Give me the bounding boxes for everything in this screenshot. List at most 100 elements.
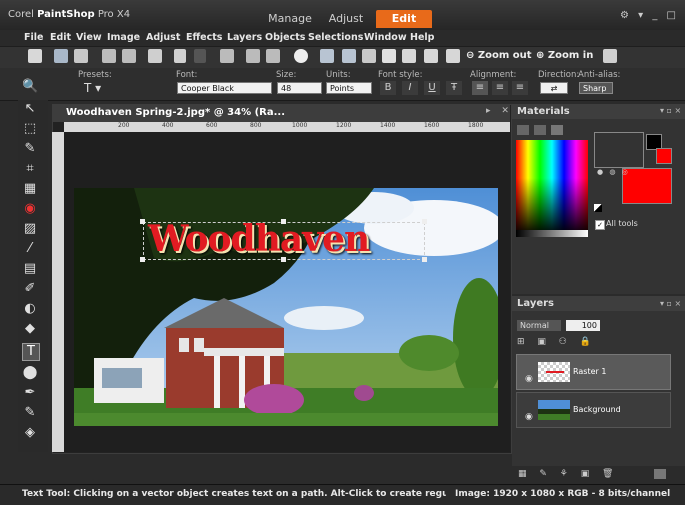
grayscale-bar[interactable] xyxy=(516,230,588,237)
layer-name-raster-1: Raster 1 xyxy=(573,367,607,376)
gradient-tool-icon[interactable]: ▤ xyxy=(22,261,38,277)
rotate-left-icon[interactable] xyxy=(246,49,260,63)
zoom-tool-icon[interactable]: 🔍 xyxy=(22,79,38,95)
paint-brush-icon[interactable]: ✐ xyxy=(22,281,38,297)
pick-tool-icon[interactable]: ↖ xyxy=(22,101,38,117)
layers-panel-controls[interactable]: ▾ ▫ × xyxy=(660,299,681,308)
open-icon[interactable] xyxy=(54,49,68,63)
dodge-tool-icon[interactable]: ◆ xyxy=(22,321,38,337)
tab-adjust[interactable]: Adjust xyxy=(322,10,370,28)
print-icon[interactable] xyxy=(148,49,162,63)
browse-icon[interactable] xyxy=(74,49,88,63)
foreground-swatch[interactable] xyxy=(594,132,644,168)
vector-text[interactable]: Woodhaven xyxy=(148,218,370,260)
opacity-field[interactable]: 100 xyxy=(566,320,600,331)
view-icon[interactable] xyxy=(320,49,334,63)
document-window-controls[interactable]: ▸ ✕ xyxy=(486,106,513,116)
align-left-icon[interactable]: ≡ xyxy=(472,81,488,95)
redo-icon[interactable] xyxy=(194,49,206,63)
handle-top-right[interactable] xyxy=(422,219,427,224)
straighten-tool-icon[interactable]: ▦ xyxy=(22,181,38,197)
zoom-out-button[interactable]: ⊖ Zoom out xyxy=(466,50,532,61)
app-title: Corel PaintShop Pro X4 xyxy=(8,9,131,20)
scripts-icon[interactable] xyxy=(362,49,376,63)
visibility-eye-icon[interactable]: ◉ xyxy=(525,375,534,384)
bold-button[interactable]: B xyxy=(380,81,396,95)
layer-bottom-toolbar[interactable]: ▦ ✎ ⚘ ▣ 🗑 xyxy=(518,469,619,479)
text-tool-icon[interactable]: T xyxy=(22,343,40,361)
save-as-icon[interactable] xyxy=(122,49,136,63)
makeover-tool-icon[interactable]: ▨ xyxy=(22,221,38,237)
handle-top-center[interactable] xyxy=(281,219,286,224)
rotate-right-icon[interactable] xyxy=(266,49,280,63)
rainbow-tab-icon[interactable] xyxy=(534,125,546,135)
ruler-tick: 1000 xyxy=(292,122,308,129)
histogram-icon[interactable] xyxy=(402,49,416,63)
all-tools-checkbox[interactable]: ✓ xyxy=(595,220,605,230)
tab-manage[interactable]: Manage xyxy=(262,10,318,28)
window-controls[interactable]: ⚙ ▾ _ □ × xyxy=(620,10,685,21)
materials-panel-controls[interactable]: ▾ ▫ × xyxy=(660,106,681,115)
ruler-tick: 1600 xyxy=(424,122,440,129)
red-eye-tool-icon[interactable]: ◉ xyxy=(22,201,38,217)
handle-bottom-right[interactable] xyxy=(422,257,427,262)
swap-colors-icon[interactable] xyxy=(594,204,602,212)
menu-file[interactable]: File xyxy=(24,32,43,43)
eraser-tool-icon[interactable]: ◐ xyxy=(22,301,38,317)
underline-button[interactable]: U xyxy=(424,81,440,95)
blend-mode-select[interactable]: Normal xyxy=(517,320,561,331)
menu-window[interactable]: Window xyxy=(364,32,407,43)
italic-button[interactable]: I xyxy=(402,81,418,95)
menu-adjust[interactable]: Adjust xyxy=(146,32,180,43)
gallery-icon[interactable] xyxy=(342,49,356,63)
visibility-eye-icon[interactable]: ◉ xyxy=(525,413,534,422)
crop-tool-icon[interactable]: ⌗ xyxy=(22,161,38,177)
antialias-select[interactable]: Sharp xyxy=(579,82,613,94)
texture-toggles[interactable]: ● ◍ ◎ xyxy=(597,168,635,178)
tab-edit[interactable]: Edit xyxy=(376,10,432,28)
fill-tool-icon[interactable]: ◈ xyxy=(22,425,38,441)
clone-tool-icon[interactable]: ⁄ xyxy=(22,241,38,257)
layers-icon[interactable] xyxy=(446,49,460,63)
swatches-tab-icon[interactable] xyxy=(551,125,563,135)
menu-objects[interactable]: Objects xyxy=(265,32,305,43)
menu-layers[interactable]: Layers xyxy=(227,32,262,43)
shape-tool-icon[interactable]: ⬤ xyxy=(22,365,38,381)
menu-effects[interactable]: Effects xyxy=(186,32,222,43)
crop-icon[interactable] xyxy=(220,49,234,63)
pen-tool-icon[interactable]: ✒ xyxy=(22,385,38,401)
units-select[interactable]: Points xyxy=(326,82,372,94)
dropper-tool-icon[interactable]: ✎ xyxy=(22,141,38,157)
warp-tool-icon[interactable]: ✎ xyxy=(22,405,38,421)
menu-help[interactable]: Help xyxy=(410,32,434,43)
layer-options-icons[interactable]: ⊞ ▣ ⚇ 🔒 xyxy=(517,337,596,347)
palette-icon[interactable] xyxy=(382,49,396,63)
menu-view[interactable]: View xyxy=(76,32,102,43)
menu-image[interactable]: Image xyxy=(107,32,140,43)
strikethrough-button[interactable]: Ŧ xyxy=(446,81,462,95)
size-select[interactable]: 48 xyxy=(277,82,322,94)
selection-tool-icon[interactable]: ⬚ xyxy=(22,121,38,137)
align-right-icon[interactable]: ≡ xyxy=(512,81,528,95)
menu-selections[interactable]: Selections xyxy=(308,32,363,43)
new-icon[interactable] xyxy=(28,49,42,63)
handle-bottom-left[interactable] xyxy=(140,257,145,262)
effects-icon[interactable] xyxy=(424,49,438,63)
background-small-swatch[interactable] xyxy=(656,148,672,164)
align-center-icon[interactable]: ≡ xyxy=(492,81,508,95)
undo-icon[interactable] xyxy=(174,49,186,63)
frame-tab-icon[interactable] xyxy=(517,125,529,135)
font-select[interactable]: Cooper Black xyxy=(177,82,272,94)
zoom-in-button[interactable]: ⊕ Zoom in xyxy=(536,50,593,61)
color-spectrum[interactable] xyxy=(516,140,588,235)
handle-bottom-center[interactable] xyxy=(281,257,286,262)
layer-panel-menu-icon[interactable] xyxy=(654,469,666,479)
menu-edit[interactable]: Edit xyxy=(50,32,71,43)
text-preset-icon[interactable]: T ▾ xyxy=(84,81,101,95)
horizontal-ruler: 200 400 600 800 1000 1200 1400 1600 1800 xyxy=(64,122,510,132)
info-icon[interactable] xyxy=(294,49,308,63)
save-icon[interactable] xyxy=(102,49,116,63)
direction-select[interactable]: ⇄ xyxy=(540,82,568,94)
handle-top-left[interactable] xyxy=(140,219,145,224)
copy-icon[interactable] xyxy=(603,49,617,63)
